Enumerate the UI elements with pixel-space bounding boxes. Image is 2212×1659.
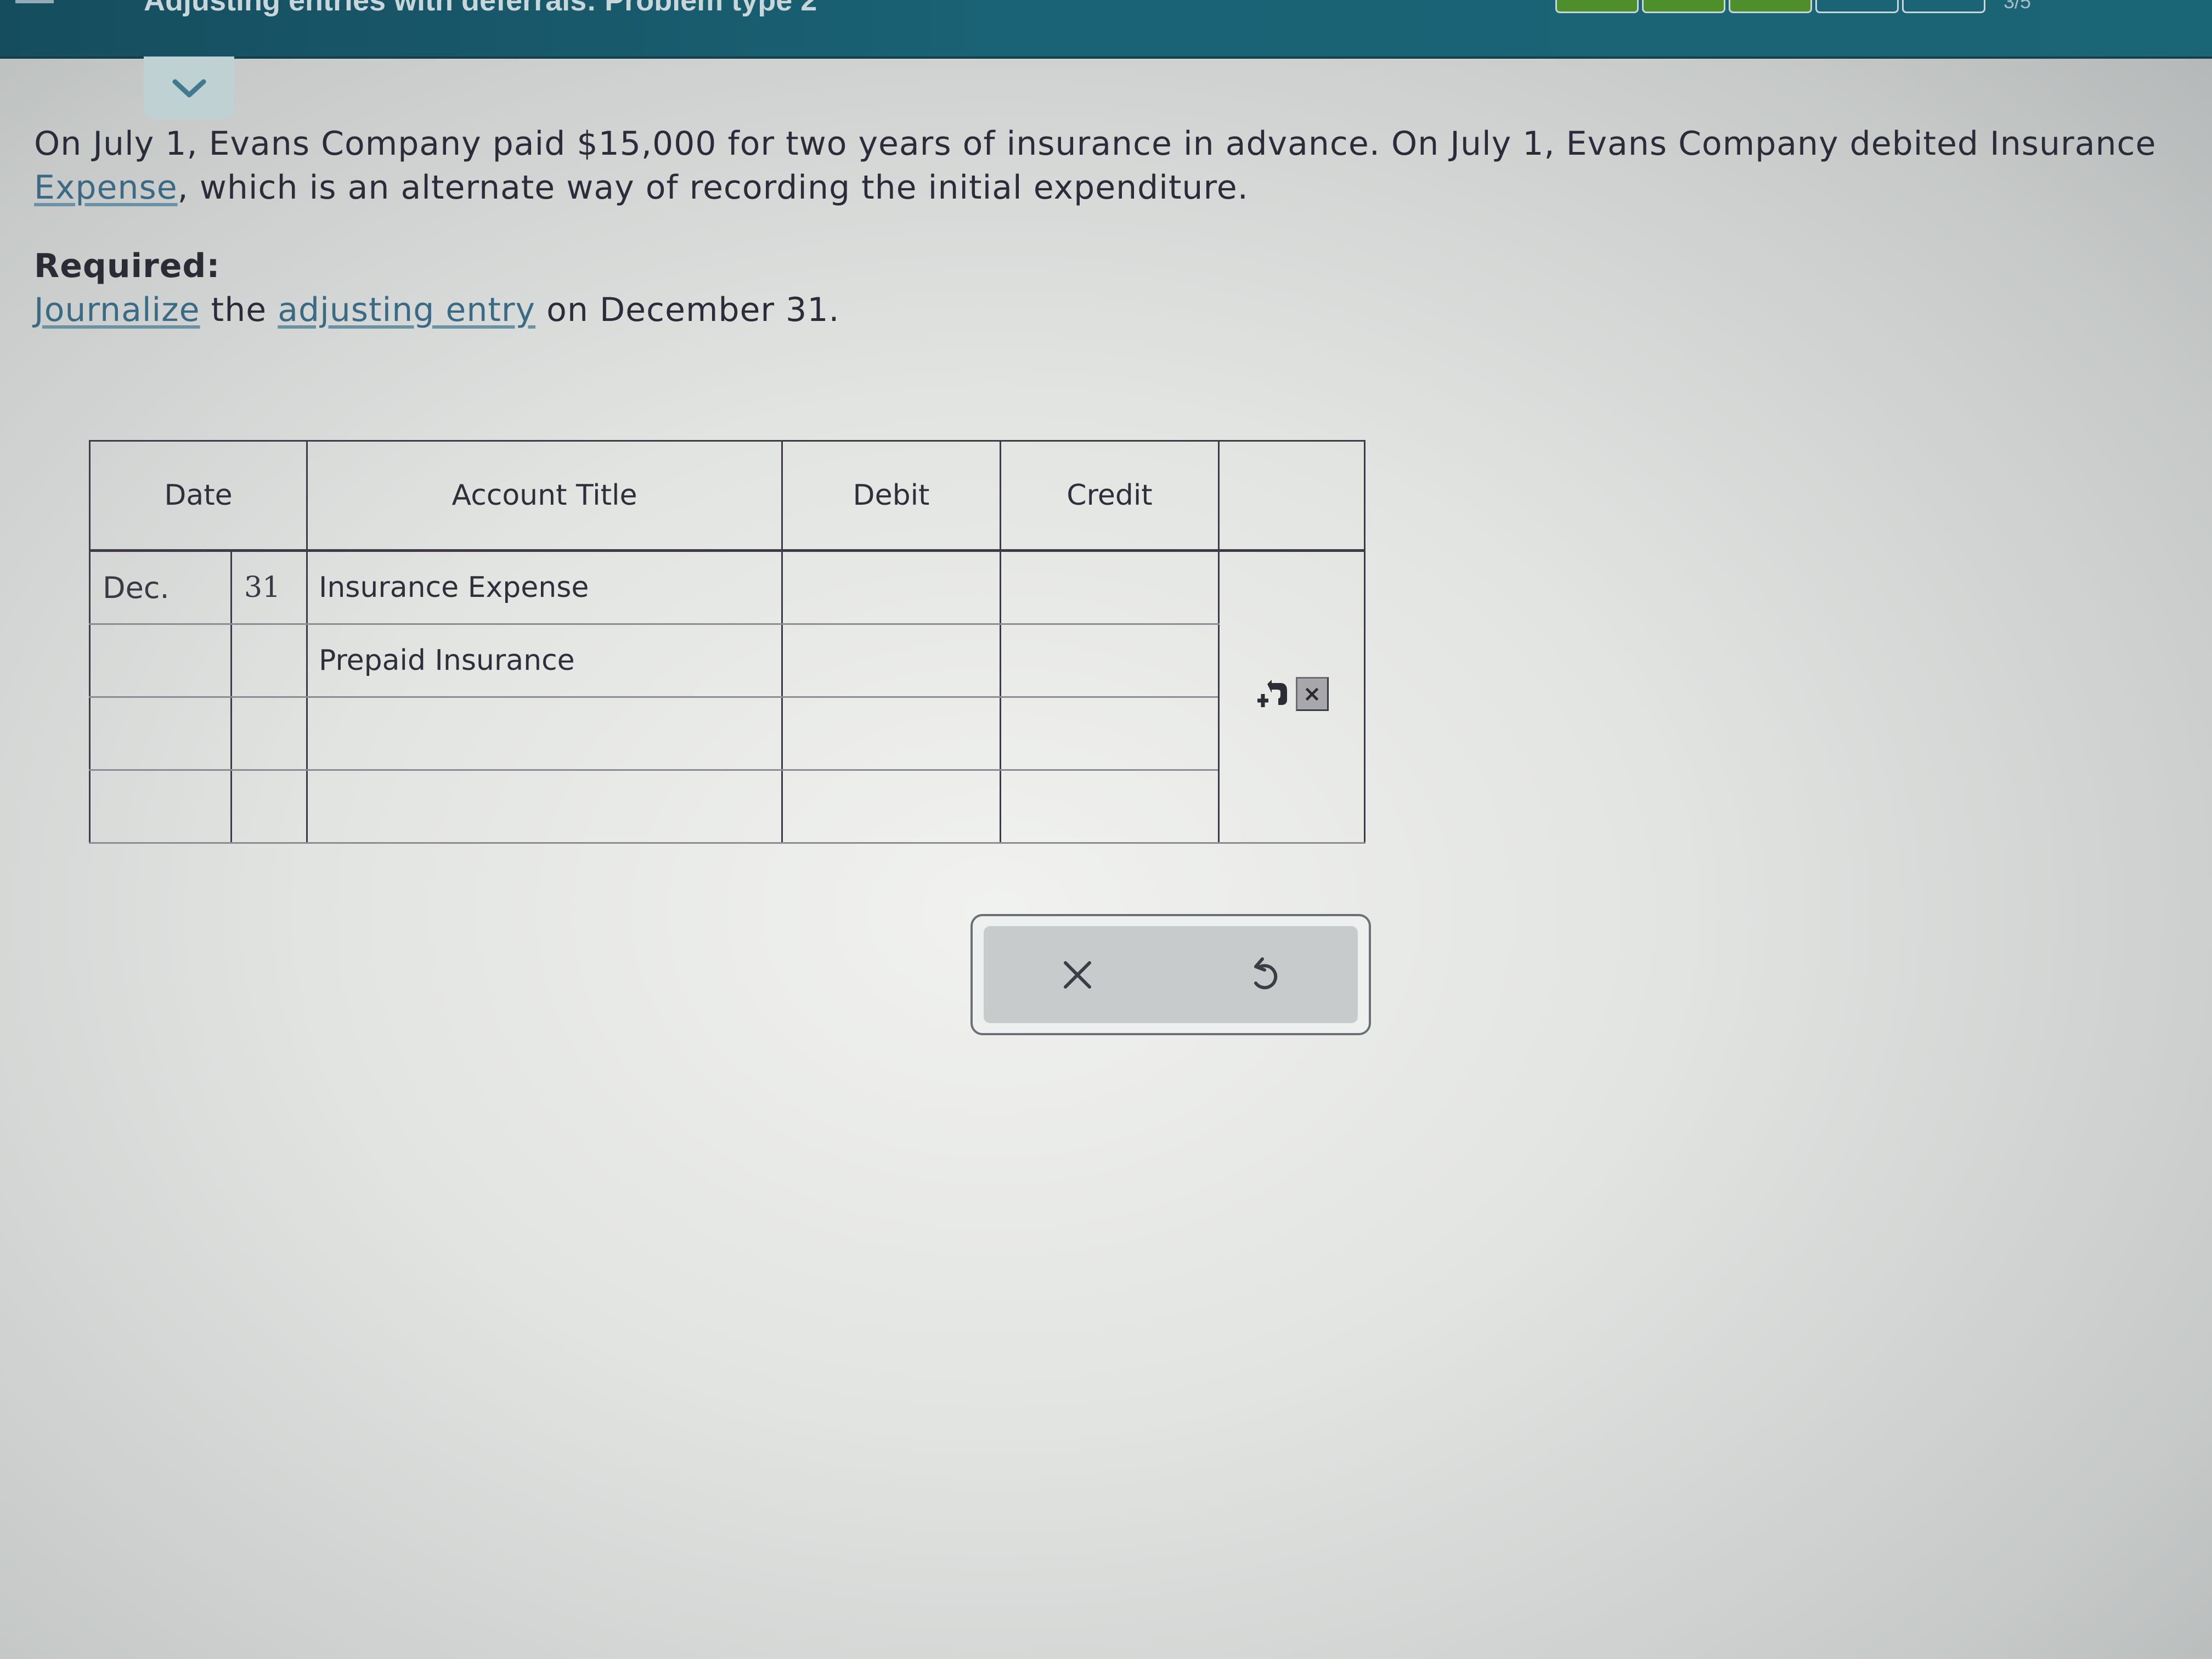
table-row: Dec. 31 Insurance Expense × [89, 549, 1365, 844]
glossary-link-journalize[interactable]: Journalize [34, 291, 200, 329]
column-header-credit: Credit [1000, 440, 1220, 551]
credit-input[interactable] [1000, 549, 1220, 625]
table-row [89, 769, 1365, 844]
glossary-link-expense[interactable]: Expense [34, 168, 178, 207]
undo-icon [1254, 957, 1277, 989]
chevron-down-icon [172, 79, 206, 97]
date-day-cell[interactable] [230, 696, 308, 771]
date-day-cell[interactable]: 31 [230, 549, 308, 625]
date-day-cell[interactable] [230, 769, 308, 844]
progress-count: 3/5 [2004, 0, 2032, 13]
date-month-cell[interactable] [89, 769, 232, 844]
date-month-cell[interactable]: Dec. [89, 549, 232, 625]
progress-segment-5 [1902, 0, 1985, 13]
required-text-end: on December 31. [535, 291, 840, 329]
add-row-icon[interactable] [1255, 678, 1290, 710]
problem-statement: On July 1, Evans Company paid $15,000 fo… [34, 122, 2174, 210]
debit-input[interactable] [781, 769, 1001, 844]
problem-text-start: On July 1, Evans Company paid $15,000 fo… [34, 125, 2157, 163]
clear-button[interactable] [1023, 936, 1132, 1013]
header-bar: Adjusting entries with deferrals: Proble… [0, 0, 2212, 59]
date-month-cell[interactable] [89, 696, 232, 771]
table-row [89, 696, 1365, 771]
required-instruction: Journalize the adjusting entry on Decemb… [34, 291, 840, 329]
collapse-toggle[interactable] [144, 57, 234, 120]
glossary-link-adjusting-entry[interactable]: adjusting entry [278, 291, 535, 329]
progress-bar [1555, 0, 1985, 13]
account-title-cell[interactable] [306, 696, 783, 771]
assignment-title: Adjusting entries with deferrals: Proble… [144, 0, 817, 17]
column-header-account-title: Account Title [306, 440, 783, 551]
progress-segment-4 [1815, 0, 1899, 13]
progress-segment-1 [1555, 0, 1639, 13]
credit-input[interactable] [1000, 769, 1220, 844]
close-icon [1063, 961, 1091, 989]
column-header-debit: Debit [781, 440, 1001, 551]
table-row: Prepaid Insurance [89, 623, 1365, 698]
required-text-the: the [200, 291, 278, 329]
table-header-row: Date Account Title Debit Credit [89, 440, 1365, 551]
journal-entry-table: Date Account Title Debit Credit Dec. 31 … [89, 440, 1365, 844]
debit-input[interactable] [781, 549, 1001, 625]
account-title-cell[interactable]: Insurance Expense [306, 549, 783, 625]
problem-text-end: , which is an alternate way of recording… [177, 168, 1249, 207]
credit-input[interactable] [1000, 623, 1220, 698]
row-tools-cell: × [1218, 549, 1365, 844]
progress-segment-3 [1729, 0, 1812, 13]
menu-icon[interactable] [15, 0, 54, 3]
undo-button[interactable] [1210, 936, 1319, 1013]
column-header-date: Date [89, 440, 308, 551]
credit-input[interactable] [1000, 696, 1220, 771]
debit-input[interactable] [781, 623, 1001, 698]
delete-row-button[interactable]: × [1295, 676, 1329, 711]
account-title-cell[interactable] [306, 769, 783, 844]
debit-input[interactable] [781, 696, 1001, 771]
column-header-tools [1218, 440, 1365, 551]
date-day-cell[interactable] [230, 623, 308, 698]
answer-actions-panel [970, 914, 1371, 1035]
required-heading: Required: [34, 247, 221, 285]
date-month-cell[interactable] [89, 623, 232, 698]
delete-row-icon: × [1302, 681, 1322, 707]
progress-segment-2 [1642, 0, 1725, 13]
account-title-cell[interactable]: Prepaid Insurance [306, 623, 783, 698]
